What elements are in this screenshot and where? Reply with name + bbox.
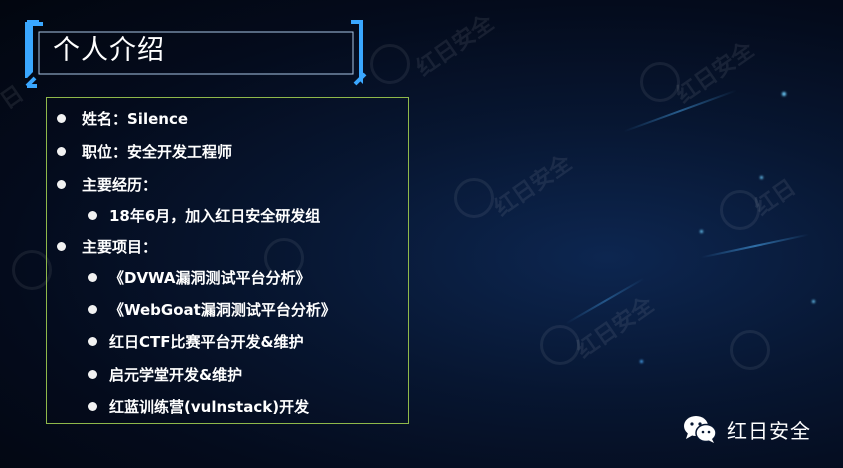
brand-label: 红日安全: [727, 418, 811, 443]
watermark-logo-text: 红日安全: [411, 9, 499, 82]
bullet-icon: [57, 114, 66, 123]
list-item: 职位：安全开发工程师: [57, 141, 232, 162]
wechat-icon: [684, 416, 717, 443]
bullet-icon: [88, 305, 97, 314]
list-item-label: 18年6月，加入红日安全研发组: [109, 207, 321, 225]
bullet-icon: [57, 242, 66, 251]
list-item-label: 《WebGoat漏洞测试平台分析》: [109, 301, 336, 319]
list-item: 主要经历：: [57, 174, 157, 195]
list-item-label: 《DVWA漏洞测试平台分析》: [109, 269, 311, 287]
list-item-label: 职位：安全开发工程师: [82, 143, 233, 161]
list-item-label: 姓名：Silence: [82, 110, 189, 128]
slide-background: 红日安全 红日安全 红日安全 红日 红日安全 日 个人介绍 姓名：Silence…: [0, 0, 843, 468]
page-title: 个人介绍: [53, 35, 165, 66]
list-item: 《WebGoat漏洞测试平台分析》: [88, 299, 336, 320]
list-item: 主要项目：: [57, 236, 157, 257]
title-frame: 个人介绍: [25, 18, 367, 88]
list-item-label: 红蓝训练营(vulnstack)开发: [109, 398, 310, 416]
list-item-label: 启元学堂开发&维护: [109, 366, 243, 384]
list-item-label: 主要项目：: [82, 238, 158, 256]
watermark-logo: [370, 44, 410, 84]
watermark-logo-text: 红日安全: [571, 291, 659, 364]
watermark-logo-text: 红日安全: [489, 149, 577, 222]
bullet-icon: [57, 180, 66, 189]
light-particle: [700, 230, 703, 233]
light-particle: [782, 92, 786, 96]
list-item: 《DVWA漏洞测试平台分析》: [88, 267, 311, 288]
light-particle: [640, 360, 643, 363]
bullet-icon: [88, 273, 97, 282]
list-item-label: 红日CTF比赛平台开发&维护: [109, 333, 304, 351]
list-item: 姓名：Silence: [57, 108, 188, 129]
light-particle: [760, 176, 763, 179]
bullet-icon: [88, 337, 97, 346]
watermark-logo: [730, 330, 770, 370]
light-particle: [812, 300, 815, 303]
list-item: 18年6月，加入红日安全研发组: [88, 205, 320, 226]
light-streak: [700, 233, 810, 259]
list-item: 启元学堂开发&维护: [88, 364, 242, 385]
bullet-icon: [57, 147, 66, 156]
bullet-icon: [88, 370, 97, 379]
bullet-icon: [88, 402, 97, 411]
list-item-label: 主要经历：: [82, 176, 158, 194]
bullet-icon: [88, 211, 97, 220]
list-item: 红日CTF比赛平台开发&维护: [88, 331, 304, 352]
list-item: 红蓝训练营(vulnstack)开发: [88, 396, 309, 417]
brand-mark: 红日安全: [683, 414, 811, 444]
